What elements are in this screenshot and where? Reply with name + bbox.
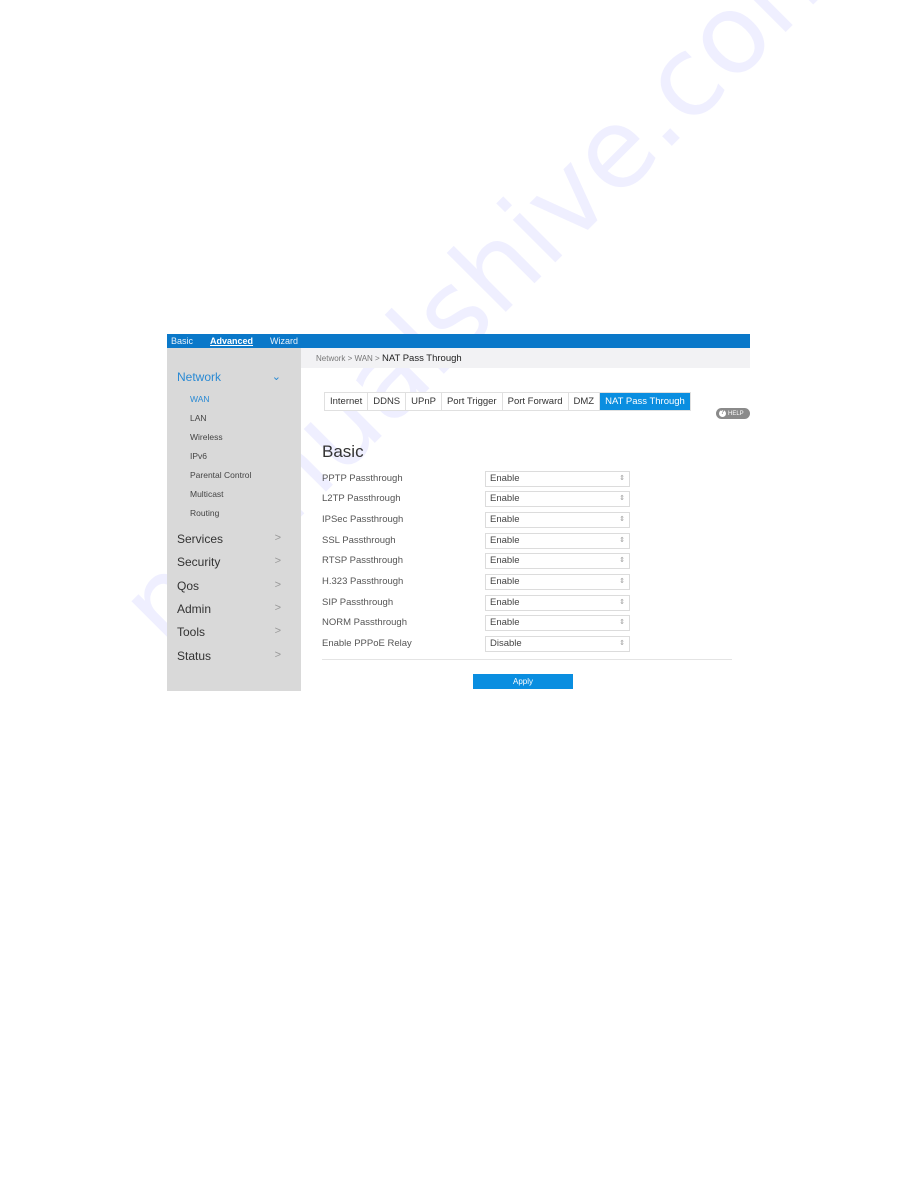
- select-arrows-icon: ⇕: [619, 619, 625, 626]
- sidebar-sub-routing[interactable]: Routing: [190, 508, 219, 518]
- tab-upnp[interactable]: UPnP: [406, 393, 442, 410]
- field-label: Enable PPPoE Relay: [322, 638, 412, 649]
- select-arrows-icon: ⇕: [619, 537, 625, 544]
- help-label: HELP: [728, 410, 744, 417]
- top-nav-bar: Basic Advanced Wizard: [167, 334, 750, 348]
- top-nav-advanced[interactable]: Advanced: [210, 336, 253, 346]
- form-row-norm: NORM Passthrough Enable ⇕: [322, 615, 630, 631]
- sidebar-item-security[interactable]: Security >: [177, 555, 287, 569]
- field-label: RTSP Passthrough: [322, 555, 403, 566]
- rtsp-passthrough-select[interactable]: Enable ⇕: [485, 553, 630, 569]
- sidebar-item-label: Network: [177, 370, 222, 384]
- form-row-h323: H.323 Passthrough Enable ⇕: [322, 574, 630, 590]
- section-title: Basic: [322, 442, 364, 461]
- help-button[interactable]: ? HELP: [716, 408, 750, 419]
- tab-bar: Internet DDNS UPnP Port Trigger Port For…: [324, 392, 691, 411]
- sidebar-sub-multicast[interactable]: Multicast: [190, 489, 224, 499]
- sidebar-item-label: Tools: [177, 625, 206, 639]
- field-label: SSL Passthrough: [322, 535, 396, 546]
- pptp-passthrough-select[interactable]: Enable ⇕: [485, 471, 630, 487]
- chevron-right-icon: >: [274, 532, 281, 544]
- form-row-pptp: PPTP Passthrough Enable ⇕: [322, 471, 630, 487]
- sidebar-item-label: Admin: [177, 602, 212, 616]
- select-arrows-icon: ⇕: [619, 557, 625, 564]
- select-value: Enable: [490, 535, 520, 546]
- ssl-passthrough-select[interactable]: Enable ⇕: [485, 533, 630, 549]
- h323-passthrough-select[interactable]: Enable ⇕: [485, 574, 630, 590]
- select-value: Enable: [490, 597, 520, 608]
- chevron-down-icon: ⌄: [271, 371, 281, 383]
- form-row-rtsp: RTSP Passthrough Enable ⇕: [322, 553, 630, 569]
- pppoe-relay-select[interactable]: Disable ⇕: [485, 636, 630, 652]
- tab-nat-pass-through[interactable]: NAT Pass Through: [600, 393, 690, 410]
- select-arrows-icon: ⇕: [619, 495, 625, 502]
- sidebar-item-label: Qos: [177, 579, 200, 593]
- sidebar-item-qos[interactable]: Qos >: [177, 579, 287, 593]
- chevron-right-icon: >: [274, 555, 281, 567]
- form-row-sip: SIP Passthrough Enable ⇕: [322, 595, 630, 611]
- tab-dmz[interactable]: DMZ: [568, 393, 601, 410]
- chevron-right-icon: >: [274, 579, 281, 591]
- form-row-ssl: SSL Passthrough Enable ⇕: [322, 533, 630, 549]
- l2tp-passthrough-select[interactable]: Enable ⇕: [485, 491, 630, 507]
- sidebar-item-services[interactable]: Services >: [177, 532, 287, 546]
- sidebar-item-tools[interactable]: Tools >: [177, 625, 287, 639]
- select-arrows-icon: ⇕: [619, 640, 625, 647]
- select-value: Enable: [490, 576, 520, 587]
- sidebar-item-label: Services: [177, 532, 224, 546]
- tab-port-trigger[interactable]: Port Trigger: [441, 393, 503, 410]
- select-value: Enable: [490, 555, 520, 566]
- field-label: SIP Passthrough: [322, 597, 394, 608]
- sip-passthrough-select[interactable]: Enable ⇕: [485, 595, 630, 611]
- tab-ddns[interactable]: DDNS: [368, 393, 407, 410]
- chevron-right-icon: >: [274, 625, 281, 637]
- sidebar-sub-ipv6[interactable]: IPv6: [190, 451, 207, 461]
- sidebar-item-label: Security: [177, 555, 221, 569]
- breadcrumb-current: NAT Pass Through: [381, 353, 462, 364]
- sidebar-sub-parental-control[interactable]: Parental Control: [190, 470, 251, 480]
- help-icon: ?: [719, 410, 726, 417]
- sidebar-item-network[interactable]: Network ⌄: [177, 370, 287, 384]
- select-arrows-icon: ⇕: [619, 578, 625, 585]
- top-nav-wizard[interactable]: Wizard: [270, 336, 298, 346]
- form-row-pppoe-relay: Enable PPPoE Relay Disable ⇕: [322, 636, 630, 652]
- sidebar-item-admin[interactable]: Admin >: [177, 602, 287, 616]
- select-value: Enable: [490, 473, 520, 484]
- chevron-right-icon: >: [274, 649, 281, 661]
- field-label: NORM Passthrough: [322, 617, 408, 628]
- breadcrumb-bar: Network > WAN > NAT Pass Through: [301, 348, 750, 368]
- sidebar-sub-lan[interactable]: LAN: [190, 413, 207, 423]
- sidebar-sub-wan[interactable]: WAN: [190, 394, 210, 404]
- field-label: H.323 Passthrough: [322, 576, 404, 587]
- apply-button[interactable]: Apply: [473, 674, 573, 689]
- field-label: IPSec Passthrough: [322, 514, 404, 525]
- divider: [322, 659, 732, 660]
- sidebar-item-label: Status: [177, 649, 212, 663]
- router-admin-app: Basic Advanced Wizard Network ⌄ WAN LAN …: [167, 334, 750, 691]
- select-arrows-icon: ⇕: [619, 475, 625, 482]
- select-value: Enable: [490, 514, 520, 525]
- tab-internet[interactable]: Internet: [325, 393, 369, 410]
- chevron-right-icon: >: [274, 602, 281, 614]
- breadcrumb-path: Network > WAN >: [316, 354, 382, 363]
- top-nav-basic[interactable]: Basic: [171, 336, 193, 346]
- norm-passthrough-select[interactable]: Enable ⇕: [485, 615, 630, 631]
- breadcrumb: Network > WAN > NAT Pass Through: [316, 353, 462, 364]
- select-value: Enable: [490, 493, 520, 504]
- select-arrows-icon: ⇕: [619, 516, 625, 523]
- sidebar-item-status[interactable]: Status >: [177, 649, 287, 663]
- form-row-ipsec: IPSec Passthrough Enable ⇕: [322, 512, 630, 528]
- select-arrows-icon: ⇕: [619, 599, 625, 606]
- field-label: PPTP Passthrough: [322, 473, 403, 484]
- select-value: Enable: [490, 617, 520, 628]
- form-row-l2tp: L2TP Passthrough Enable ⇕: [322, 491, 630, 507]
- field-label: L2TP Passthrough: [322, 493, 401, 504]
- ipsec-passthrough-select[interactable]: Enable ⇕: [485, 512, 630, 528]
- sidebar-sub-wireless[interactable]: Wireless: [190, 432, 223, 442]
- tab-port-forward[interactable]: Port Forward: [502, 393, 569, 410]
- sidebar: Network ⌄ WAN LAN Wireless IPv6 Parental…: [167, 348, 301, 691]
- select-value: Disable: [490, 638, 522, 649]
